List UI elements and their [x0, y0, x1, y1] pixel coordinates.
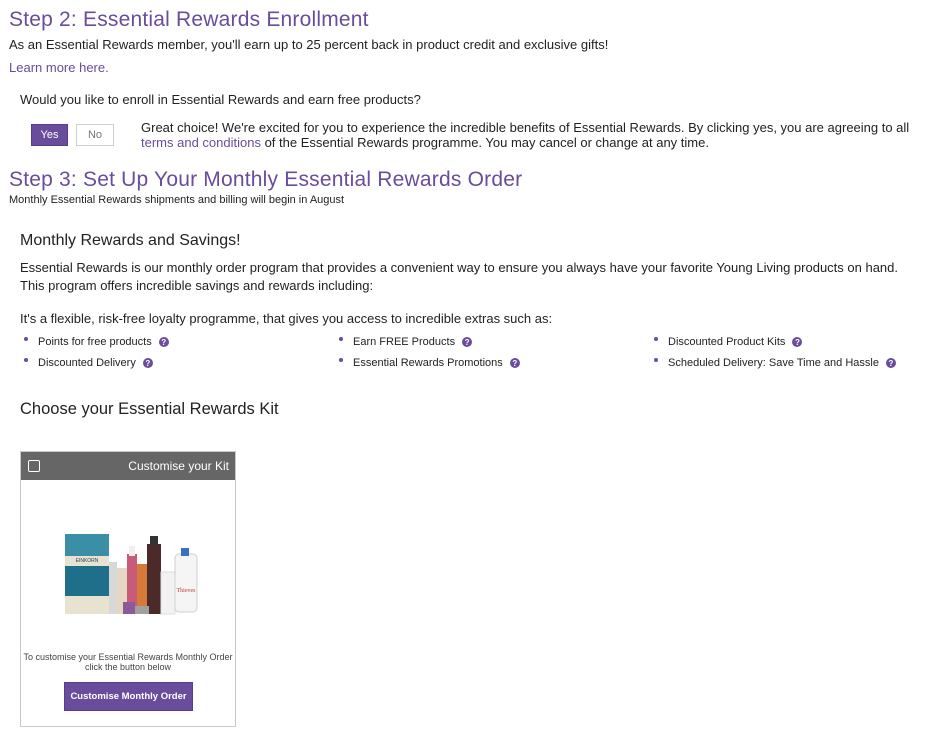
help-icon[interactable]: ?	[509, 358, 520, 368]
help-icon[interactable]: ?	[792, 337, 803, 347]
kit-product-image: EINKORN Thieves	[65, 534, 198, 615]
box-label: EINKORN	[76, 558, 99, 564]
enroll-confirmation: Great choice! We're excited for you to e…	[141, 120, 921, 150]
savings-text: Essential Rewards is our monthly order p…	[20, 260, 898, 293]
benefit-item: Discounted Delivery?	[24, 357, 153, 369]
enroll-question: Would you like to enroll in Essential Re…	[20, 92, 421, 107]
benefit-item: Essential Rewards Promotions?	[339, 357, 520, 369]
terms-link[interactable]: terms and conditions	[141, 135, 261, 150]
benefit-item: Discounted Product Kits?	[654, 336, 803, 348]
benefit-label: Discounted Delivery	[38, 357, 136, 369]
benefit-label: Earn FREE Products	[353, 336, 456, 348]
learn-more-link[interactable]: Learn more here.	[9, 60, 109, 75]
step2-title: Step 2: Essential Rewards Enrollment	[9, 8, 369, 31]
yes-button[interactable]: Yes	[31, 124, 68, 146]
step3-title: Step 3: Set Up Your Monthly Essential Re…	[9, 168, 523, 191]
benefit-label: Discounted Product Kits	[668, 336, 786, 348]
checkbox-icon[interactable]	[28, 460, 40, 472]
kit-card-title: Customise your Kit	[128, 459, 229, 473]
benefit-label: Scheduled Delivery: Save Time and Hassle	[668, 357, 879, 369]
benefit-label: Essential Rewards Promotions	[353, 357, 503, 369]
help-icon[interactable]: ?	[462, 337, 473, 347]
help-icon[interactable]: ?	[158, 337, 169, 347]
customise-order-button[interactable]: Customise Monthly Order	[64, 682, 193, 711]
savings-heading: Monthly Rewards and Savings!	[20, 232, 241, 249]
benefit-item: Scheduled Delivery: Save Time and Hassle…	[654, 357, 896, 369]
confirmation-text-start: Great choice! We're excited for you to e…	[141, 120, 910, 135]
kit-card: Customise your Kit EINKORN Thieves To cu…	[20, 451, 236, 727]
no-button[interactable]: No	[76, 124, 114, 146]
flex-text: It's a flexible, risk-free loyalty progr…	[20, 311, 553, 326]
benefit-item: Earn FREE Products?	[339, 336, 473, 348]
kit-card-description: To customise your Essential Rewards Mont…	[23, 652, 233, 672]
kit-card-header: Customise your Kit	[21, 452, 235, 480]
bottle-label: Thieves	[177, 588, 197, 594]
benefit-label: Points for free products	[38, 336, 152, 348]
kit-heading: Choose your Essential Rewards Kit	[20, 400, 279, 418]
help-icon[interactable]: ?	[885, 358, 896, 368]
confirmation-text-end: of the Essential Rewards programme. You …	[260, 135, 709, 150]
help-icon[interactable]: ?	[142, 358, 153, 368]
benefit-item: Points for free products?	[24, 336, 169, 348]
step2-intro: As an Essential Rewards member, you'll e…	[9, 37, 609, 52]
step3-subtitle: Monthly Essential Rewards shipments and …	[9, 194, 345, 206]
